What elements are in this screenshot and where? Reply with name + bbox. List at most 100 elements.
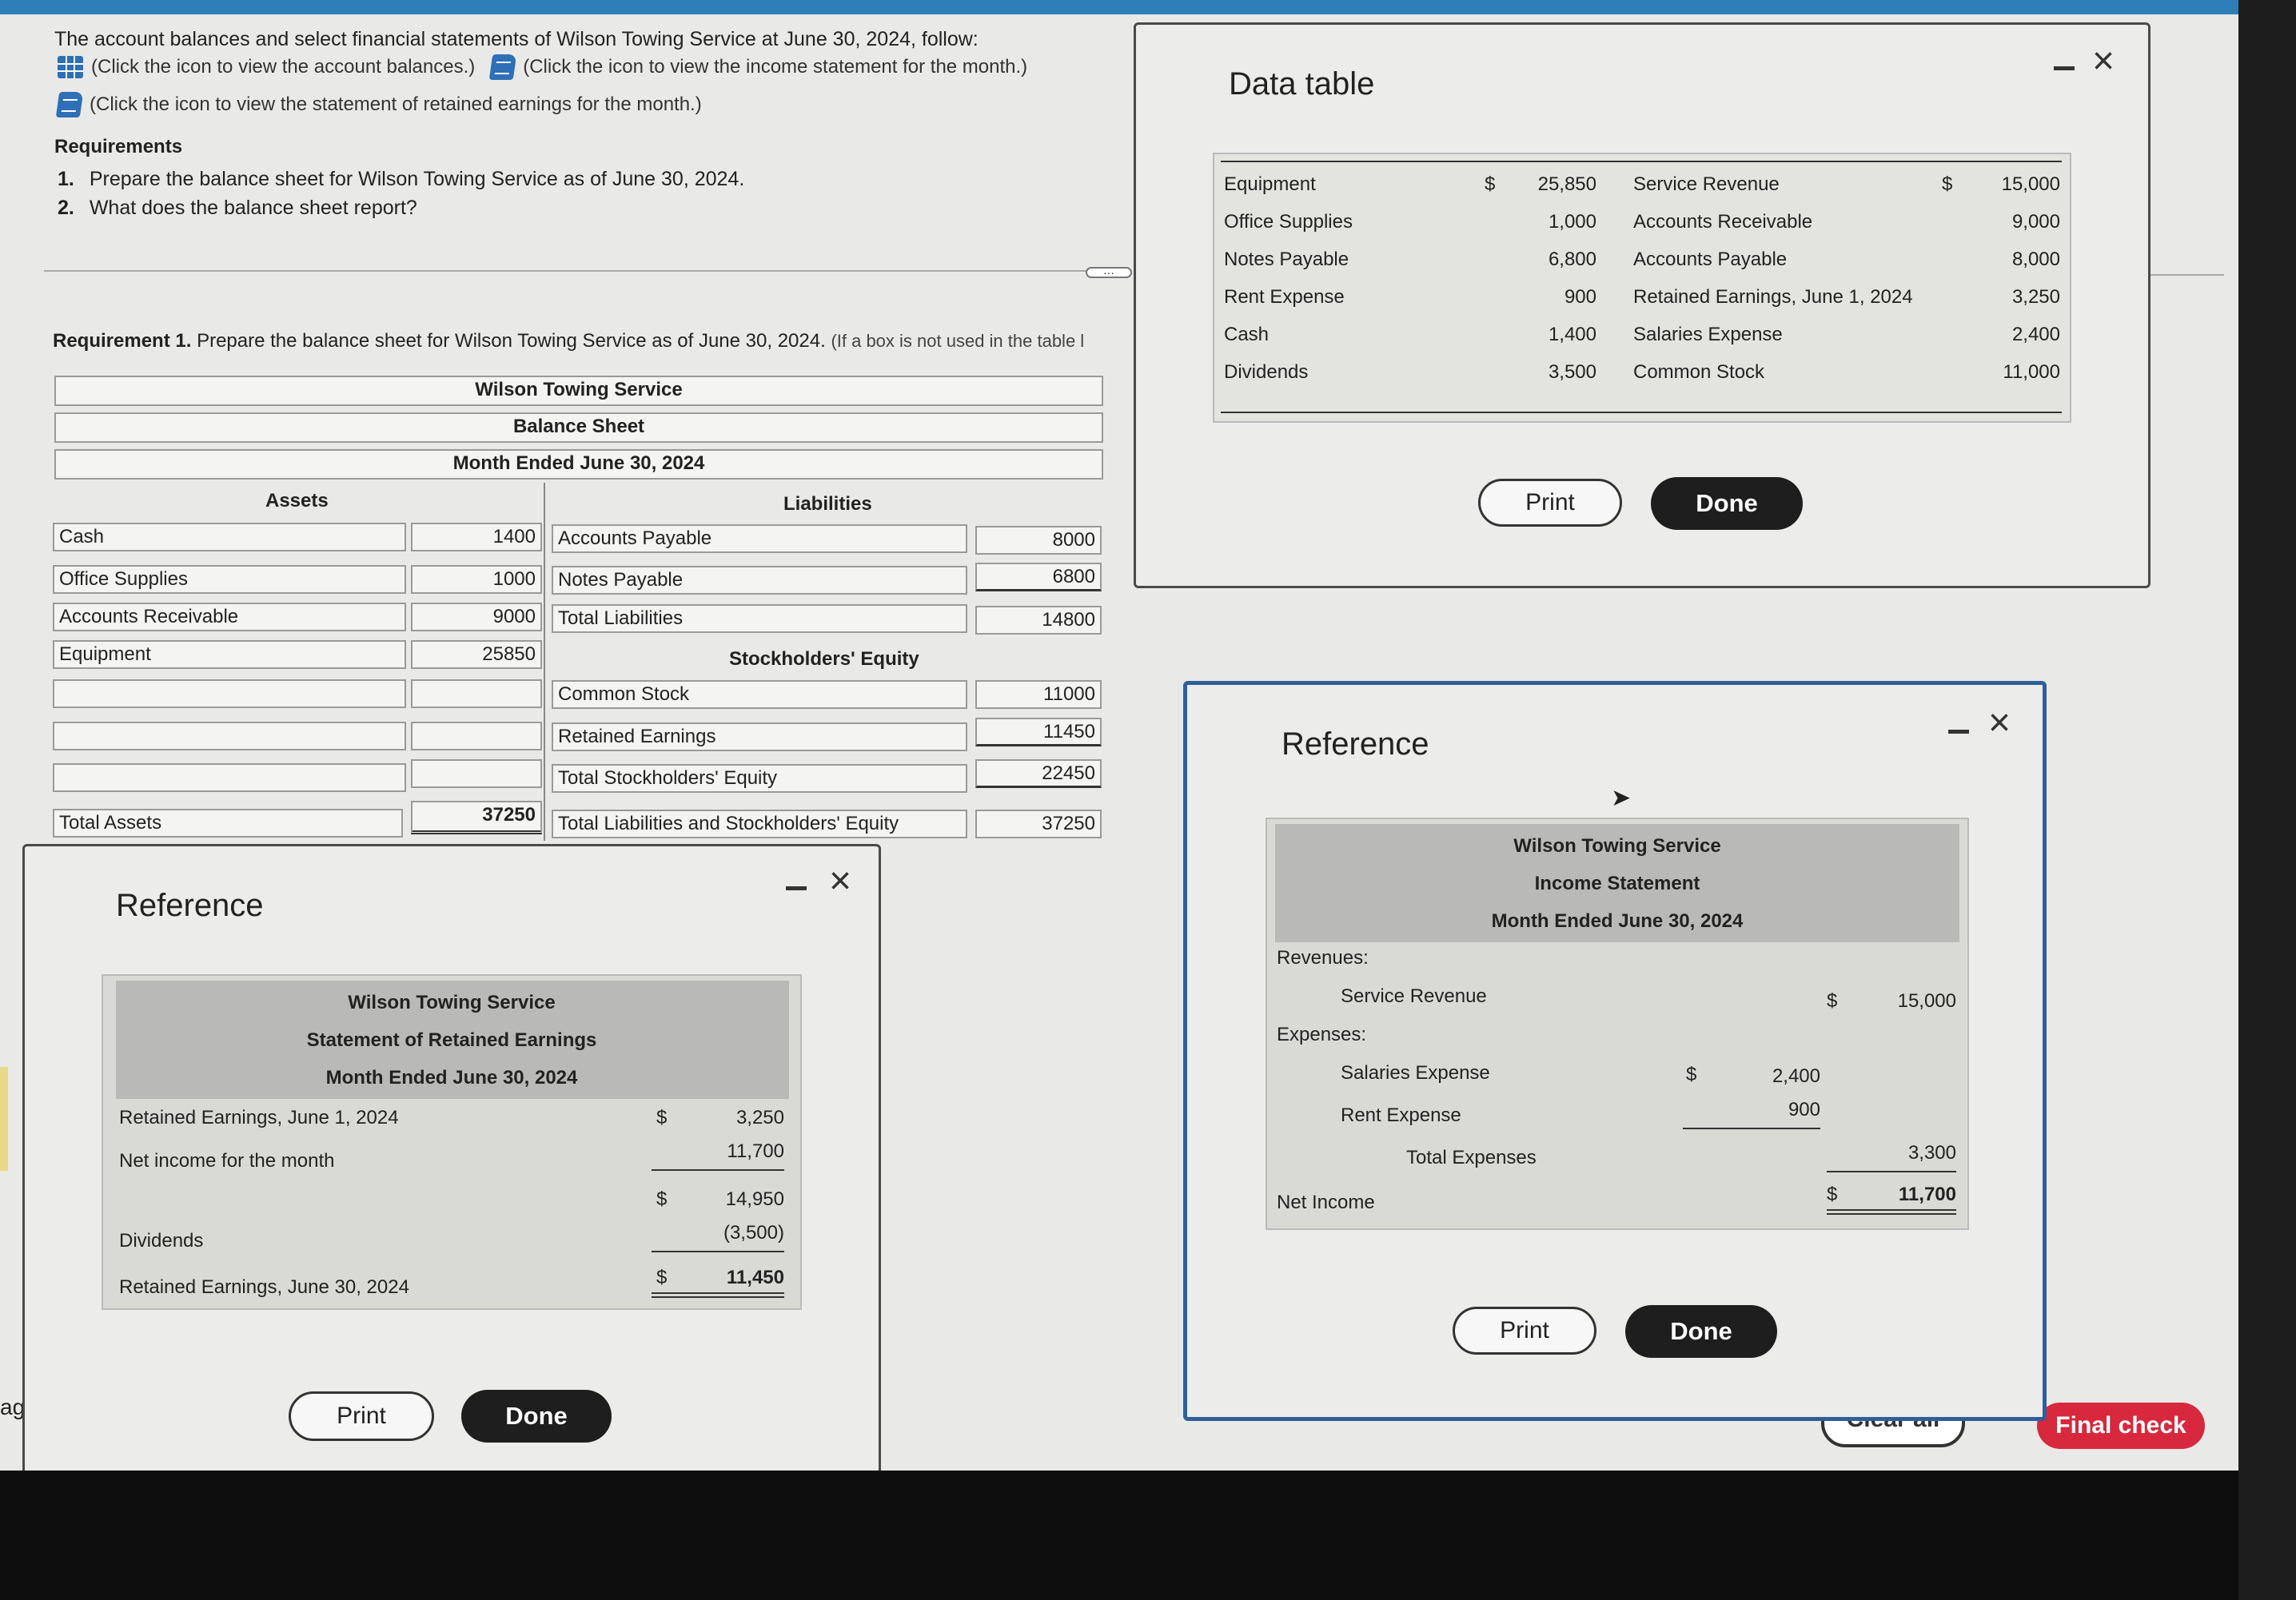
close-icon[interactable]: ×	[1988, 704, 2011, 742]
requirement-number: 2.	[58, 197, 74, 219]
total-liabilities-label[interactable]: Total Liabilities	[552, 604, 967, 633]
requirement-item: 2. What does the balance sheet report?	[58, 196, 417, 220]
table-icon[interactable]	[58, 56, 83, 78]
net-income-value: 11,700	[727, 1140, 784, 1162]
balances-link-text[interactable]: (Click the icon to view the account bala…	[91, 56, 475, 78]
dollar-sign: $	[1827, 990, 1838, 1012]
revenues-label: Revenues:	[1277, 947, 1369, 969]
dividends-value: (3,500)	[723, 1222, 784, 1244]
document-icon[interactable]	[488, 54, 517, 80]
dividends-label: Dividends	[119, 1230, 204, 1252]
balance-row-value: 2,400	[2011, 324, 2060, 345]
net-income-value: 11,700	[1898, 1184, 1956, 1205]
balance-sheet-title[interactable]: Balance Sheet	[54, 412, 1103, 443]
liability-value-field[interactable]: 6800	[975, 563, 1102, 591]
document-icon[interactable]	[55, 92, 84, 117]
subtotal-rule	[652, 1169, 784, 1171]
left-edge-highlight	[0, 1067, 8, 1171]
asset-label-field[interactable]	[53, 722, 406, 750]
retained-link-text[interactable]: (Click the icon to view the statement of…	[90, 94, 702, 116]
close-icon[interactable]: ×	[829, 862, 851, 901]
asset-label-field[interactable]: Cash	[53, 523, 406, 551]
top-bar	[0, 0, 2238, 14]
expand-handle[interactable]: ···	[1086, 267, 1132, 278]
total-assets-label[interactable]: Total Assets	[53, 809, 403, 838]
double-rule	[652, 1296, 784, 1298]
balance-sheet-company[interactable]: Wilson Towing Service	[54, 376, 1103, 406]
asset-value-field[interactable]: 9000	[411, 603, 542, 631]
total-liabilities-equity-value[interactable]: 37250	[975, 810, 1102, 838]
balances-link-row[interactable]: (Click the icon to view the account bala…	[58, 54, 1027, 80]
equity-value-field[interactable]: 11450	[975, 718, 1102, 746]
subtotal-rule	[1683, 1128, 1820, 1129]
balance-row-value: 3,500	[1548, 361, 1596, 383]
balance-row-label: Dividends	[1224, 361, 1309, 383]
re-begin-value: 3,250	[735, 1107, 784, 1128]
balance-row-value: 15,000	[2001, 173, 2060, 195]
equity-value-field[interactable]: 11000	[975, 680, 1102, 709]
asset-value-field[interactable]	[411, 679, 542, 708]
screen: ag The account balances and select finan…	[0, 0, 2238, 1471]
minimize-icon[interactable]	[786, 886, 807, 890]
requirement-1-label: Requirement 1.	[53, 330, 192, 352]
liability-value-field[interactable]: 8000	[975, 526, 1102, 555]
asset-value-field[interactable]: 1400	[411, 523, 542, 551]
minimize-icon[interactable]	[1948, 730, 1969, 734]
salaries-expense-value: 2,400	[1772, 1065, 1820, 1087]
asset-value-field[interactable]: 1000	[411, 565, 542, 594]
asset-label-field[interactable]	[53, 763, 406, 792]
print-button[interactable]: Print	[289, 1391, 434, 1441]
requirement-1-text: Prepare the balance sheet for Wilson Tow…	[197, 330, 826, 352]
table-top-rule	[1221, 161, 2062, 162]
equity-label-field[interactable]: Common Stock	[552, 680, 967, 709]
dollar-sign: $	[656, 1188, 668, 1210]
expenses-label: Expenses:	[1277, 1024, 1367, 1045]
print-button[interactable]: Print	[1478, 479, 1622, 527]
total-expenses-label: Total Expenses	[1406, 1147, 1537, 1168]
print-button[interactable]: Print	[1453, 1307, 1596, 1355]
final-check-button[interactable]: Final check	[2037, 1403, 2205, 1449]
dollar-sign: $	[1686, 1064, 1697, 1085]
total-liabilities-value[interactable]: 14800	[975, 606, 1102, 635]
equity-label-field[interactable]: Retained Earnings	[552, 722, 967, 751]
done-button[interactable]: Done	[461, 1390, 612, 1443]
asset-label-field[interactable]: Office Supplies	[53, 565, 406, 594]
asset-label-field[interactable]: Equipment	[53, 640, 406, 669]
balance-row-label: Office Supplies	[1224, 211, 1353, 233]
asset-value-field[interactable]	[411, 722, 542, 750]
total-equity-value[interactable]: 22450	[975, 759, 1102, 788]
liability-label-field[interactable]: Accounts Payable	[552, 524, 967, 553]
asset-value-field[interactable]	[411, 759, 542, 788]
balance-row-value: 11,000	[2003, 361, 2060, 383]
re-end-label: Retained Earnings, June 30, 2024	[119, 1276, 409, 1298]
salaries-expense-label: Salaries Expense	[1341, 1062, 1490, 1084]
balance-row-label: Common Stock	[1633, 361, 1765, 383]
asset-label-field[interactable]: Accounts Receivable	[53, 603, 406, 631]
income-link-text[interactable]: (Click the icon to view the income state…	[523, 56, 1027, 78]
asset-label-field[interactable]	[53, 679, 406, 708]
table-bottom-rule	[1221, 412, 2062, 413]
retained-link-row[interactable]: (Click the icon to view the statement of…	[55, 92, 702, 117]
total-liabilities-equity-label[interactable]: Total Liabilities and Stockholders' Equi…	[552, 810, 967, 838]
subtotal-rule	[652, 1251, 784, 1252]
service-revenue-label: Service Revenue	[1341, 985, 1487, 1007]
dialog-title: Reference	[116, 888, 264, 923]
done-button[interactable]: Done	[1651, 477, 1803, 530]
done-button[interactable]: Done	[1625, 1305, 1777, 1358]
close-icon[interactable]: ×	[2092, 42, 2115, 81]
requirement-item: 1. Prepare the balance sheet for Wilson …	[58, 167, 744, 191]
balance-sheet-period[interactable]: Month Ended June 30, 2024	[54, 449, 1103, 480]
subtotal-value: 14,950	[725, 1188, 784, 1210]
liability-label-field[interactable]: Notes Payable	[552, 566, 967, 595]
total-expenses-value: 3,300	[1907, 1142, 1956, 1164]
net-income-label: Net Income	[1277, 1192, 1375, 1213]
monitor-bezel-right	[2238, 0, 2296, 1600]
asset-value-field[interactable]: 25850	[411, 640, 542, 669]
total-equity-label[interactable]: Total Stockholders' Equity	[552, 764, 967, 793]
section-divider-right	[2151, 274, 2224, 276]
balance-row-label: Notes Payable	[1224, 249, 1349, 270]
monitor-bezel-bottom	[0, 1471, 2296, 1600]
minimize-icon[interactable]	[2054, 66, 2075, 70]
total-assets-value[interactable]: 37250	[411, 801, 542, 834]
double-rule	[652, 1292, 784, 1294]
